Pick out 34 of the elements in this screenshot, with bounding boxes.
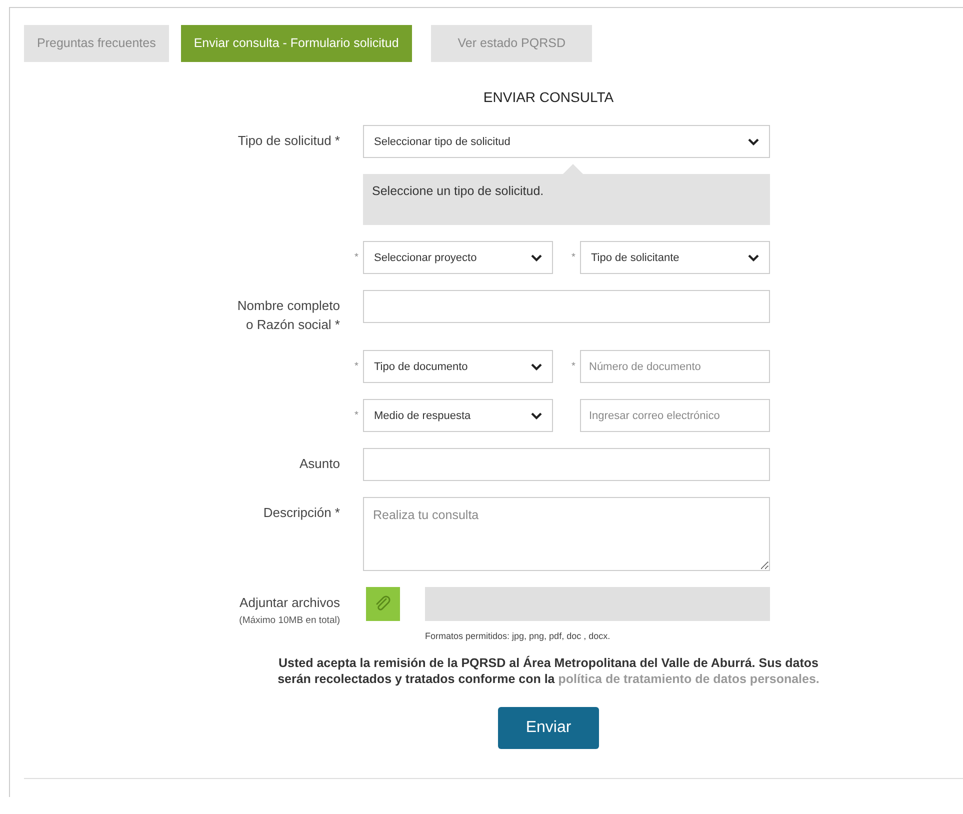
form-title: ENVIAR CONSULTA xyxy=(482,89,615,105)
submit-button[interactable]: Enviar xyxy=(498,707,599,749)
field-label: Asunto xyxy=(298,455,340,473)
attach-button[interactable] xyxy=(366,587,400,621)
input-field[interactable]: Ingresar correo electrónico xyxy=(580,399,770,432)
description-field[interactable]: Realiza tu consulta xyxy=(363,497,770,571)
input-field[interactable] xyxy=(363,290,770,323)
required-mark: * xyxy=(354,252,358,263)
chevron-down-icon xyxy=(531,412,542,420)
chevron-down-icon xyxy=(531,362,542,370)
required-mark: * xyxy=(354,410,358,421)
required-mark: * xyxy=(572,361,576,372)
select-field[interactable]: Seleccionar tipo de solicitud xyxy=(363,125,770,158)
input-field[interactable]: Número de documento xyxy=(580,350,770,383)
field-label: Descripción * xyxy=(262,504,340,522)
input-field[interactable] xyxy=(363,448,770,481)
formats-text: Formatos permitidos: jpg, png, pdf, doc , docx. xyxy=(425,631,612,641)
file-drop-area[interactable] xyxy=(425,587,770,621)
consent-text: Usted acepta la remisión de la PQRSD al Área Metropolitana del Valle de Aburrá. Sus datos serán recolectados y tratados conforme con la política de tratamiento de datos personales. xyxy=(276,655,820,687)
field-label: Nombre completo o Razón social * xyxy=(236,297,340,334)
chevron-down-icon xyxy=(748,254,759,262)
hint-text: Seleccione un tipo de solicitud. xyxy=(372,184,544,198)
chevron-down-icon xyxy=(748,138,759,146)
select-field[interactable]: Medio de respuesta xyxy=(363,399,553,432)
required-mark: * xyxy=(572,252,576,263)
select-field[interactable]: Tipo de solicitante xyxy=(580,241,770,274)
field-note: (Máximo 10MB en total) xyxy=(238,615,340,626)
field-label: Tipo de solicitud * xyxy=(236,132,340,150)
field-label: Adjuntar archivos xyxy=(238,594,340,612)
required-mark: * xyxy=(354,361,358,372)
select-field[interactable]: Tipo de documento xyxy=(363,350,553,383)
chevron-down-icon xyxy=(531,254,542,262)
select-field[interactable]: Seleccionar proyecto xyxy=(363,241,553,274)
paperclip-icon xyxy=(374,595,392,613)
